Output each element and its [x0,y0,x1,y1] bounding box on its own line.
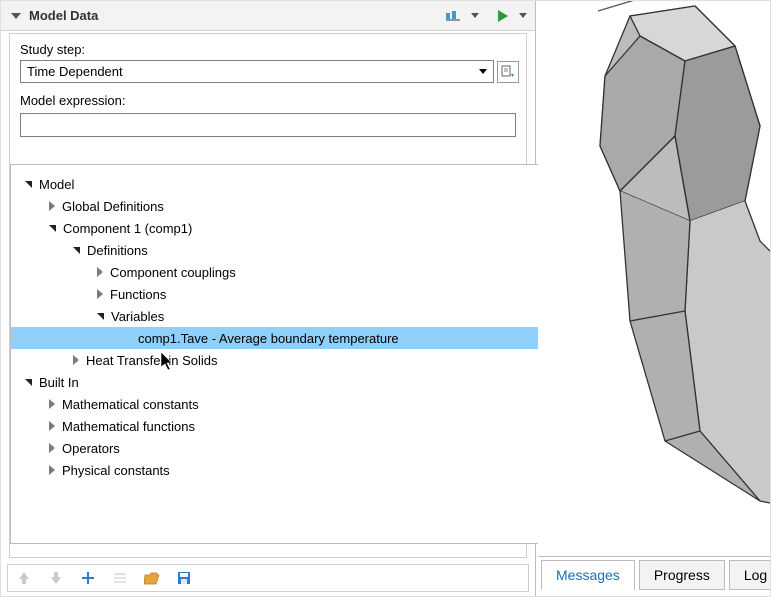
tree-item-label: Component 1 (comp1) [63,221,192,236]
tree-expand-icon[interactable] [97,289,103,299]
graphics-canvas[interactable] [538,1,770,556]
run-button[interactable] [493,6,513,26]
study-step-value: Time Dependent [27,64,479,79]
tree-item-label: Built In [39,375,79,390]
list-button[interactable] [110,568,130,588]
tree-expand-icon[interactable] [49,465,55,475]
tree-item-label: Heat Transfer in Solids [86,353,218,368]
move-down-button[interactable] [46,568,66,588]
tab-log[interactable]: Log [729,560,771,590]
status-tabs: Messages Progress Log [541,558,771,590]
tab-messages[interactable]: Messages [541,560,635,590]
panel-body: Study step: Time Dependent Model express… [9,33,527,558]
save-button[interactable] [174,568,194,588]
tree-item-label: Physical constants [62,463,170,478]
tab-progress[interactable]: Progress [639,560,725,590]
study-step-label: Study step: [20,42,520,57]
tree-expand-icon[interactable] [49,443,55,453]
study-step-dropdown[interactable]: Time Dependent [20,60,494,83]
panel-header: Model Data [1,1,535,31]
tree-collapse-icon[interactable] [73,247,80,254]
tree-expand-icon[interactable] [97,267,103,277]
model-data-panel: Model Data Study st [1,1,536,597]
tree-item-label: Model [39,177,74,192]
tree-item-label: Functions [110,287,166,302]
panel-header-actions [445,6,527,26]
model-expression-label: Model expression: [20,93,520,108]
tree-item-label: Mathematical constants [62,397,199,412]
add-button[interactable] [78,568,98,588]
tab-strip-border [538,556,770,557]
tree-collapse-icon[interactable] [25,379,32,386]
panel-title: Model Data [29,8,445,23]
tree-expand-icon[interactable] [49,421,55,431]
tree-collapse-icon[interactable] [25,181,32,188]
tree-leaf-spacer [121,333,131,343]
tree-item-label: Variables [111,309,164,324]
tree-expand-icon[interactable] [49,201,55,211]
chevron-down-icon [479,69,487,74]
tree-item-label: Mathematical functions [62,419,195,434]
chevron-down-icon[interactable] [519,13,527,18]
tree-item-label: comp1.Tave - Average boundary temperatur… [138,331,399,346]
model-expression-input[interactable] [20,113,516,137]
bottom-toolbar [7,564,529,592]
tree-expand-icon[interactable] [49,399,55,409]
tree-collapse-icon[interactable] [49,225,56,232]
plot-button[interactable] [445,6,465,26]
tree-item-label: Definitions [87,243,148,258]
tree-item-label: Component couplings [110,265,236,280]
open-folder-button[interactable] [142,568,162,588]
tree-item-label: Global Definitions [62,199,164,214]
insert-reference-button[interactable] [497,61,519,83]
tree-collapse-icon[interactable] [97,313,104,320]
tree-expand-icon[interactable] [73,355,79,365]
collapse-toggle-icon[interactable] [11,13,21,19]
model-geometry [538,1,770,551]
window-root: Model Data Study st [0,0,771,597]
chevron-down-icon[interactable] [471,13,479,18]
tree-item-label: Operators [62,441,120,456]
move-up-button[interactable] [14,568,34,588]
